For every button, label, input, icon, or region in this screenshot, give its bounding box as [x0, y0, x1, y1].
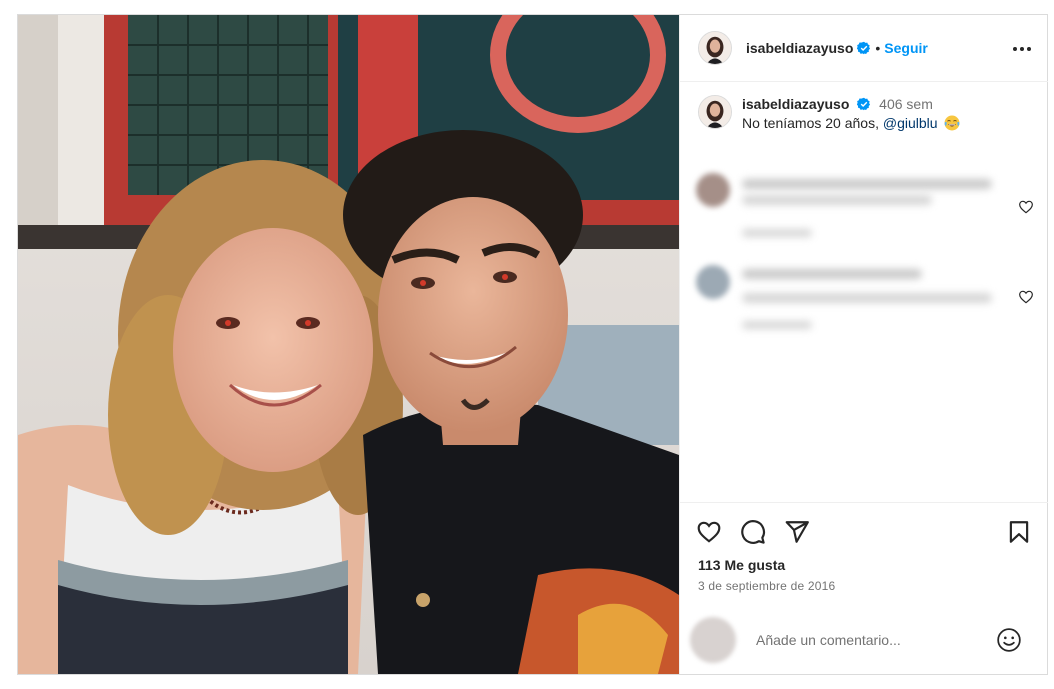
- follow-button[interactable]: Seguir: [884, 40, 928, 56]
- post-actions-section: 113 Me gusta 3 de septiembre de 2016: [680, 502, 1048, 674]
- author-avatar[interactable]: [698, 31, 732, 65]
- comment-like-icon[interactable]: [1018, 289, 1034, 305]
- caption-mention-link[interactable]: @giulblu: [883, 115, 938, 131]
- laughing-tears-emoji: [944, 115, 960, 131]
- post-card: isabeldiazayuso • Seguir isabeldiazayuso…: [17, 14, 1048, 675]
- post-date[interactable]: 3 de septiembre de 2016: [698, 579, 835, 593]
- like-count[interactable]: 113 Me gusta: [698, 557, 785, 573]
- comment-item-hidden: [696, 265, 1036, 335]
- comment-item-hidden: [696, 173, 1036, 243]
- caption-timestamp[interactable]: 406 sem: [879, 96, 933, 112]
- verified-badge-icon: [857, 97, 871, 111]
- post-caption: isabeldiazayuso 406 sem No teníamos 20 a…: [698, 95, 1028, 133]
- post-photo[interactable]: [18, 15, 679, 674]
- post-side-panel: isabeldiazayuso • Seguir isabeldiazayuso…: [679, 15, 1048, 674]
- caption-body: isabeldiazayuso 406 sem No teníamos 20 a…: [742, 95, 960, 133]
- avatar-image: [699, 96, 731, 128]
- caption-text: No teníamos 20 años,: [742, 115, 879, 131]
- post-header: isabeldiazayuso • Seguir: [680, 15, 1048, 82]
- action-bar: [696, 517, 1032, 547]
- blurred-text: [742, 229, 812, 237]
- author-username[interactable]: isabeldiazayuso: [746, 40, 853, 56]
- bookmark-icon[interactable]: [1006, 519, 1032, 545]
- blurred-text: [742, 293, 992, 303]
- comment-avatar-blurred: [696, 265, 730, 299]
- avatar-image: [699, 32, 731, 64]
- caption-avatar[interactable]: [698, 95, 732, 129]
- heart-icon[interactable]: [696, 519, 722, 545]
- blurred-text: [742, 195, 932, 205]
- verified-badge-icon: [857, 41, 871, 55]
- comment-icon[interactable]: [740, 519, 766, 545]
- blurred-text: [742, 179, 992, 189]
- photo-illustration: [18, 15, 679, 674]
- blurred-text: [742, 321, 812, 329]
- comment-like-icon[interactable]: [1018, 199, 1034, 215]
- add-comment-bar: [680, 605, 1048, 675]
- caption-username[interactable]: isabeldiazayuso: [742, 96, 849, 112]
- current-user-avatar: [690, 617, 736, 663]
- comment-avatar-blurred: [696, 173, 730, 207]
- send-icon[interactable]: [784, 519, 810, 545]
- blurred-text: [742, 269, 922, 279]
- separator-dot: •: [875, 40, 881, 56]
- more-options-icon[interactable]: [1010, 37, 1034, 61]
- smiley-icon[interactable]: [996, 627, 1022, 653]
- add-comment-input[interactable]: [756, 632, 986, 648]
- caption-text-line: No teníamos 20 años, @giulblu: [742, 114, 960, 133]
